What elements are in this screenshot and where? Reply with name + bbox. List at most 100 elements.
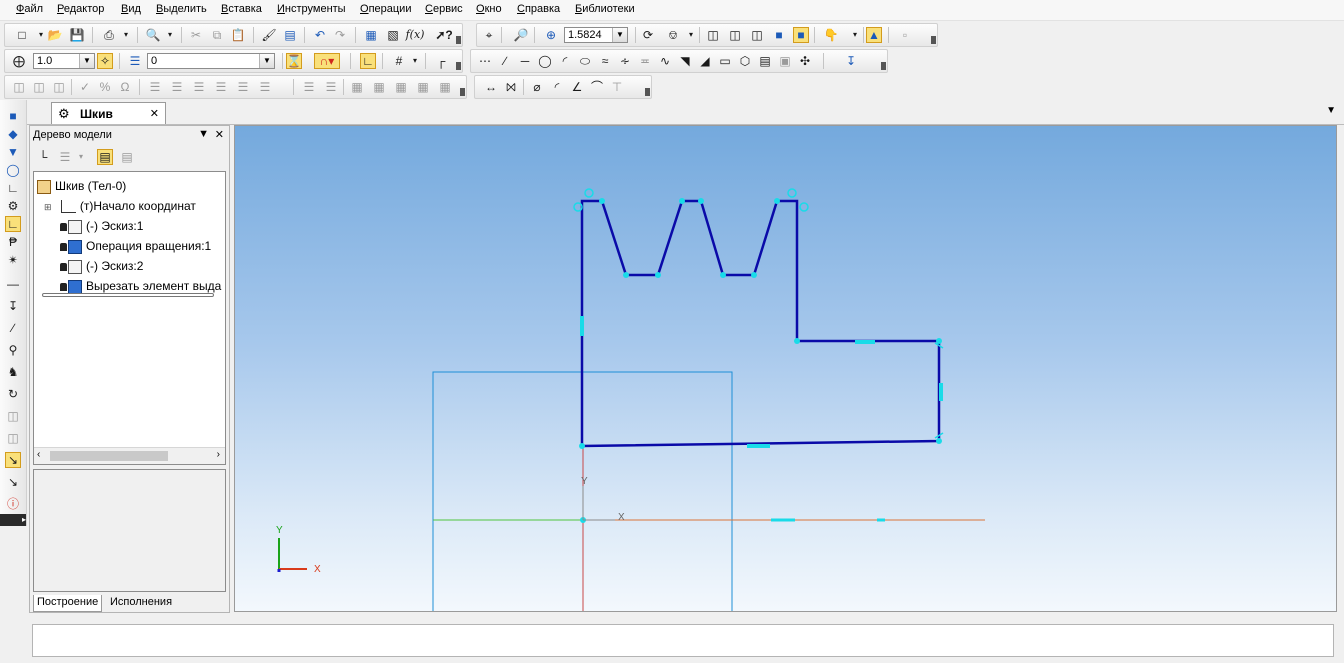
toolbar-grip[interactable]: [881, 62, 886, 70]
drawing-canvas[interactable]: X Y Y X: [234, 125, 1337, 612]
assembly-icon[interactable]: ◫: [5, 408, 21, 424]
format-icon[interactable]: ◫: [51, 79, 67, 95]
parametric-mode-icon[interactable]: ✧: [97, 53, 113, 69]
menu-view[interactable]: Вид: [121, 3, 141, 15]
zoom-window-icon[interactable]: ⌖: [481, 27, 497, 43]
menu-insert[interactable]: Вставка: [221, 3, 262, 15]
chevron-down-icon[interactable]: ▼: [612, 28, 627, 42]
menu-window[interactable]: Окно: [476, 3, 502, 15]
align-icon[interactable]: ☰: [213, 79, 229, 95]
line-icon[interactable]: —: [5, 276, 21, 292]
close-tab-icon[interactable]: ✕: [150, 107, 159, 120]
tab-document-shkiv[interactable]: ⚙ Шкив ✕: [51, 102, 166, 124]
expand-arrow-icon[interactable]: ▸: [0, 514, 26, 526]
hidden-lines-icon[interactable]: ◫: [727, 27, 743, 43]
save-icon[interactable]: 💾: [69, 27, 85, 43]
orthogonal-icon[interactable]: ∟: [360, 53, 376, 69]
zoom-in-icon[interactable]: ⊕: [543, 27, 559, 43]
sheet-metal-icon[interactable]: ⚙: [5, 198, 21, 214]
perspective-icon[interactable]: ▲: [866, 27, 882, 43]
format-icon[interactable]: ◫: [31, 79, 47, 95]
horizontal-scrollbar[interactable]: ‹ ›: [34, 447, 225, 464]
radial-dimension-icon[interactable]: ◜: [549, 79, 565, 95]
sketch-profile[interactable]: [580, 199, 941, 448]
cut-icon[interactable]: ✂: [188, 27, 204, 43]
geometry-panel-icon[interactable]: ∟: [5, 216, 21, 232]
local-cs-icon[interactable]: ┌: [433, 53, 449, 69]
contour-icon[interactable]: ▣: [777, 53, 793, 69]
halftone-icon[interactable]: ■: [771, 27, 787, 43]
table-icon[interactable]: ▦: [393, 79, 409, 95]
designations-icon[interactable]: ✴: [5, 252, 21, 268]
scroll-left-icon[interactable]: ‹: [37, 449, 40, 460]
hatch-icon[interactable]: ▤: [757, 53, 773, 69]
zoom-prev-icon[interactable]: 🔎: [513, 27, 529, 43]
table-icon[interactable]: ▦: [349, 79, 365, 95]
menu-select[interactable]: Выделить: [156, 3, 207, 15]
orientation-icon[interactable]: ⎊: [665, 27, 681, 43]
dropdown-arrow-icon[interactable]: ▾: [847, 27, 863, 43]
undo-icon[interactable]: ↶: [312, 27, 328, 43]
collection-icon[interactable]: ✣: [797, 53, 813, 69]
halftone-edges-icon[interactable]: ■: [793, 27, 809, 43]
manager-icon[interactable]: ▦: [363, 27, 379, 43]
layer-field[interactable]: 0 ▼: [147, 53, 275, 69]
align-icon[interactable]: ☰: [191, 79, 207, 95]
menu-libraries[interactable]: Библиотеки: [575, 3, 635, 15]
chevron-down-icon[interactable]: ▼: [259, 54, 274, 68]
tree-item-sketch-2[interactable]: (-) Эскиз:2: [60, 257, 143, 275]
snap-point-icon[interactable]: ⨁: [11, 53, 27, 69]
parameterization-icon[interactable]: ↧: [5, 298, 21, 314]
table-icon[interactable]: ▦: [437, 79, 453, 95]
toolbar-grip[interactable]: [645, 88, 650, 96]
tree-item-revolve-1[interactable]: Операция вращения:1: [60, 237, 211, 255]
new-document-icon[interactable]: □: [14, 27, 30, 43]
menu-edit[interactable]: Редактор: [57, 3, 104, 15]
layers-icon[interactable]: ▧: [385, 27, 401, 43]
format-icon[interactable]: ◫: [11, 79, 27, 95]
height-dimension-icon[interactable]: ⊤: [609, 79, 625, 95]
dropdown-arrow-icon[interactable]: ▾: [407, 53, 423, 69]
auto-dimension-icon[interactable]: ↔: [483, 79, 499, 95]
parallel-icon[interactable]: ∕: [5, 320, 21, 336]
tab-list-dropdown-icon[interactable]: ▼: [1326, 105, 1336, 116]
toolbar-grip[interactable]: [460, 88, 465, 96]
dimensions-panel-icon[interactable]: ₱: [5, 234, 21, 250]
open-folder-icon[interactable]: 📂: [47, 27, 63, 43]
table-icon[interactable]: ▦: [415, 79, 431, 95]
tree-root[interactable]: Шкив (Тел-0): [37, 177, 126, 195]
zoom-scale-field[interactable]: 1.5824 ▼: [564, 27, 628, 43]
tree-sort-icon[interactable]: ▤: [97, 149, 113, 165]
properties-icon[interactable]: ▤: [282, 27, 298, 43]
help-pointer-icon[interactable]: ➚?: [435, 27, 452, 43]
spline-icon[interactable]: ∿: [657, 53, 673, 69]
tree-view-mode-icon[interactable]: ☰: [57, 149, 73, 165]
expand-plus-icon[interactable]: ⊞: [44, 202, 52, 212]
toolbar-grip[interactable]: [931, 36, 936, 44]
measure-icon[interactable]: ♞: [5, 364, 21, 380]
arc-dimension-icon[interactable]: ⌒: [589, 79, 605, 95]
align-icon[interactable]: ☰: [147, 79, 163, 95]
ellipse-icon[interactable]: ⬭: [577, 53, 593, 69]
format-brush-icon[interactable]: 🖌: [261, 27, 277, 43]
indent-icon[interactable]: ☰: [301, 79, 317, 95]
angular-dimension-icon[interactable]: ∠: [569, 79, 585, 95]
diagnostics-icon[interactable]: ∟: [5, 180, 21, 196]
section-view-icon[interactable]: ▫: [897, 27, 913, 43]
wireframe-icon[interactable]: ◫: [705, 27, 721, 43]
menu-help[interactable]: Справка: [517, 3, 560, 15]
magnet-snap-icon[interactable]: ∩▾: [314, 53, 340, 69]
print-preview-icon[interactable]: 🔍: [145, 27, 161, 43]
tree-structure-icon[interactable]: └: [35, 149, 51, 165]
numbering-icon[interactable]: ☰: [257, 79, 273, 95]
point-icon[interactable]: ⋯: [477, 53, 493, 69]
auxiliary-geometry-icon[interactable]: ◆: [5, 126, 21, 142]
indent-icon[interactable]: ☰: [323, 79, 339, 95]
curves-icon[interactable]: ▼: [5, 144, 21, 160]
print-icon[interactable]: ⎙: [101, 27, 117, 43]
linear-dimension-icon[interactable]: ⨝: [503, 79, 519, 95]
chamfer-icon[interactable]: ◢: [697, 53, 713, 69]
surfaces-icon[interactable]: ◯: [5, 162, 21, 178]
menu-service[interactable]: Сервис: [425, 3, 463, 15]
menu-tools[interactable]: Инструменты: [277, 3, 346, 15]
